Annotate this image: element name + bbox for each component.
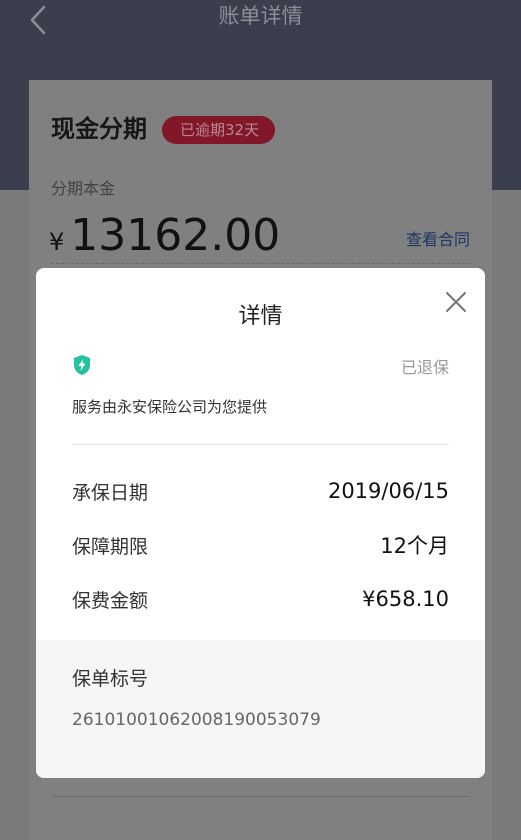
principal-label: 分期本金 (51, 179, 116, 198)
close-icon (446, 292, 466, 312)
info-label: 保费金额 (72, 589, 149, 612)
view-contract-link[interactable]: 查看合同 (406, 226, 470, 250)
info-value: 12个月 (380, 534, 449, 558)
principal-amount: ¥ 13162.00 (49, 208, 280, 264)
info-label: 承保日期 (72, 481, 149, 504)
card-divider (51, 796, 470, 797)
currency-symbol: ¥ (49, 228, 65, 256)
policy-label: 保单标号 (72, 668, 149, 690)
info-value: 2019/06/15 (327, 479, 449, 503)
status-label: 已退保 (400, 358, 449, 377)
info-value: ¥658.10 (362, 587, 449, 611)
provider-text: 服务由永安保险公司为您提供 (72, 398, 268, 416)
overdue-badge: 已逾期32天 (162, 116, 276, 144)
modal-title: 详情 (238, 304, 283, 329)
policy-section: 保单标号 26101001062008190053079 (36, 640, 485, 778)
info-row-coverage-date: 承保日期 2019/06/15 (72, 476, 449, 506)
shield-icon (74, 355, 90, 375)
dashed-divider (51, 263, 470, 264)
page-title: 账单详情 (218, 4, 303, 28)
info-label: 保障期限 (72, 535, 149, 558)
modal-divider (72, 444, 449, 445)
policy-number: 26101001062008190053079 (72, 710, 321, 730)
insurance-detail-modal: 详情 已退保 服务由永安保险公司为您提供 承保日期 2019/06/15 保障期… (36, 268, 485, 778)
info-row-premium-amount: 保费金额 ¥658.10 (72, 584, 449, 614)
amount-value: 13162.00 (70, 210, 281, 261)
close-button[interactable] (442, 288, 470, 316)
card-title: 现金分期 (51, 115, 147, 143)
info-row-coverage-period: 保障期限 12个月 (72, 530, 449, 560)
